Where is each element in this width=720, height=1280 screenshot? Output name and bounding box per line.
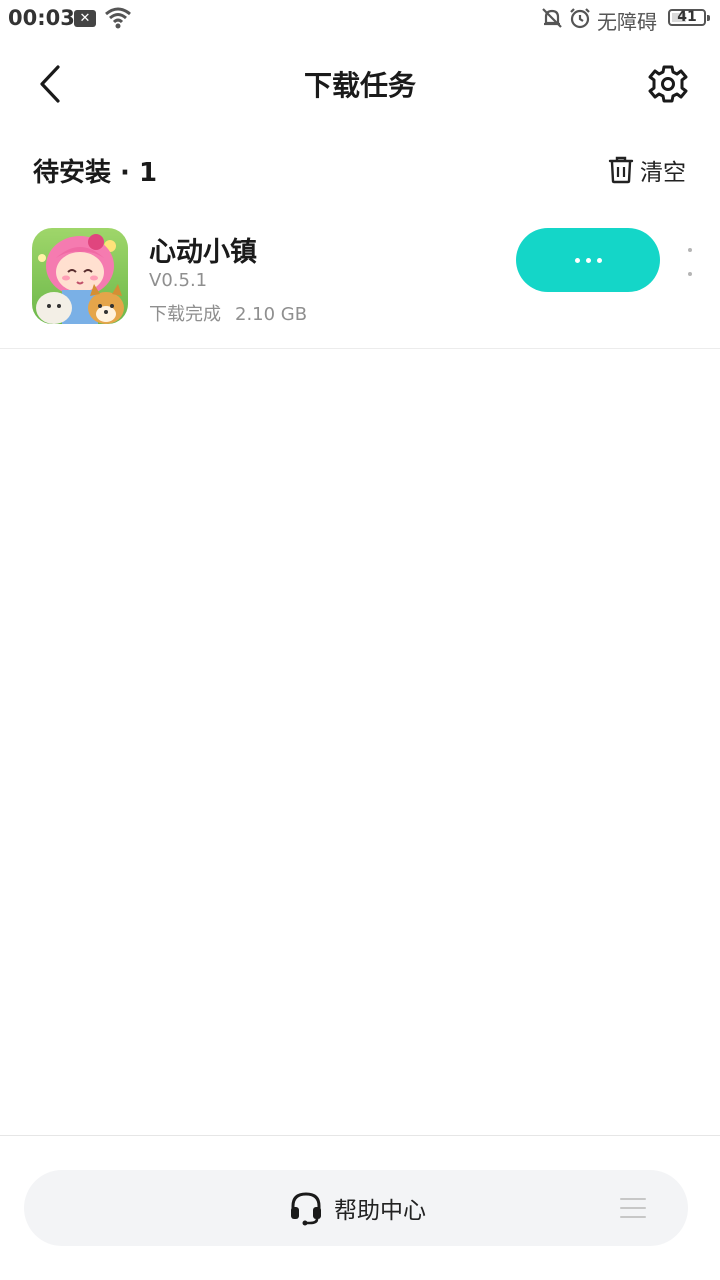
battery-icon: 41 xyxy=(668,9,710,26)
bell-muted-icon xyxy=(540,6,564,34)
settings-button[interactable] xyxy=(644,60,692,108)
app-bar: 下载任务 xyxy=(0,44,720,124)
status-bar: 00:03 ✕ 无障碍 41 xyxy=(0,0,720,38)
clear-button[interactable]: 清空 xyxy=(608,152,686,188)
more-vertical-icon[interactable] xyxy=(682,248,698,276)
section-title: 待安装 · 1 xyxy=(33,158,158,188)
list-item[interactable]: 心动小镇 V0.5.1 下载完成 2.10 GB xyxy=(0,212,720,349)
gear-icon xyxy=(648,65,688,103)
help-center-button[interactable]: 帮助中心 xyxy=(288,1190,426,1226)
app-version: V0.5.1 xyxy=(149,270,208,291)
install-action-button[interactable] xyxy=(516,228,660,292)
help-bar: 帮助中心 xyxy=(24,1170,688,1246)
clear-label: 清空 xyxy=(640,160,686,186)
pending-install-header: 待安装 · 1 清空 xyxy=(0,146,720,194)
page-title: 下载任务 xyxy=(303,69,416,102)
ellipsis-icon xyxy=(574,257,602,263)
footer-divider xyxy=(0,1135,720,1136)
status-text: 下载完成 xyxy=(149,304,221,325)
download-status: 下载完成 2.10 GB xyxy=(149,300,307,326)
accessibility-label: 无障碍 xyxy=(597,10,657,34)
alarm-icon xyxy=(568,6,592,34)
wifi-icon xyxy=(104,6,132,34)
help-center-label: 帮助中心 xyxy=(334,1198,426,1224)
battery-level: 41 xyxy=(677,9,697,25)
status-time: 00:03 xyxy=(8,6,75,30)
app-icon xyxy=(32,228,128,324)
notification-x-icon: ✕ xyxy=(74,10,96,27)
headset-icon xyxy=(291,1192,321,1226)
trash-icon xyxy=(608,156,634,184)
app-name: 心动小镇 xyxy=(149,237,257,268)
menu-icon[interactable] xyxy=(620,1198,646,1218)
file-size: 2.10 GB xyxy=(235,304,308,325)
